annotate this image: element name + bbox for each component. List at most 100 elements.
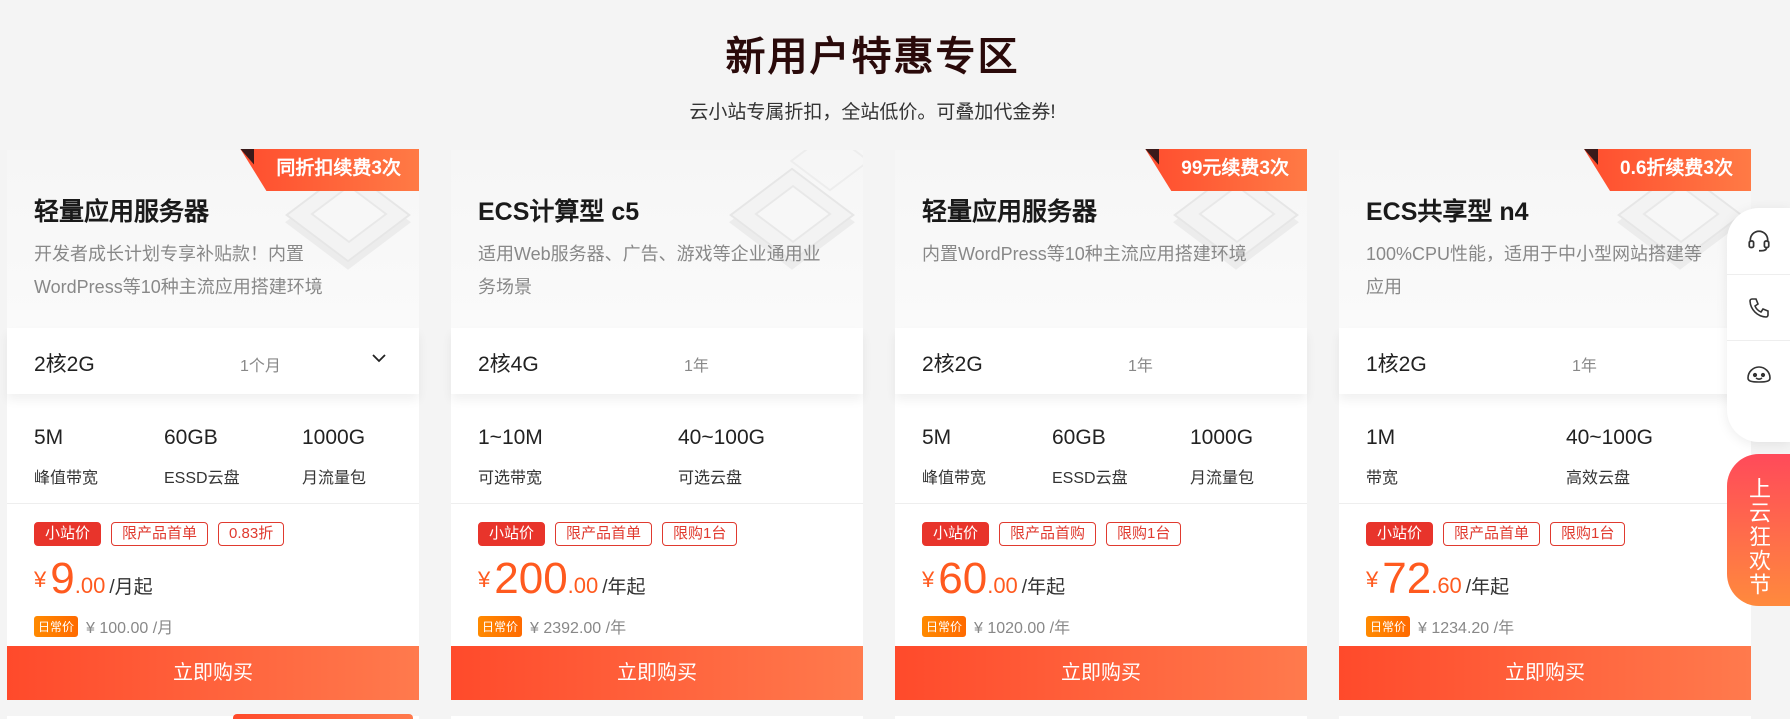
config-value: 2核4G — [478, 353, 539, 376]
promo-tag: 限购1台 — [1550, 522, 1626, 546]
renewal-badge: 同折扣续费3次 — [240, 149, 419, 191]
regular-price-tag: 日常价 — [922, 615, 967, 637]
product-description: 适用Web服务器、广告、游戏等企业通用业务场景 — [478, 244, 821, 297]
regular-price-tag: 日常价 — [34, 615, 79, 637]
promo-tag: 限产品首购 — [999, 522, 1097, 546]
page-subtitle: 云小站专属折扣，全站低价。可叠加代金券! — [689, 102, 1056, 123]
product-name: ECS共享型 n4 — [1366, 198, 1529, 226]
config-value: 2核2G — [922, 353, 983, 376]
site-price-tag: 小站价 — [478, 522, 546, 546]
site-price-tag: 小站价 — [922, 522, 990, 546]
spec-label: ESSD云盘 — [164, 470, 240, 487]
product-name: ECS计算型 c5 — [478, 198, 640, 226]
spec-label: 可选带宽 — [478, 470, 543, 487]
price-integer: 200 — [494, 554, 568, 603]
spec-list: 5M 峰值带宽 60GB ESSD云盘 1000G 月流量包 — [895, 394, 1307, 504]
buy-now-button[interactable]: 立即购买 — [1339, 646, 1751, 700]
spec-value: 1~10M — [478, 426, 543, 449]
regular-price-value: ¥ 1020.00 /年 — [974, 620, 1071, 637]
duration-value: 1年 — [684, 358, 709, 375]
price-decimal: .00 — [567, 573, 599, 598]
price-unit: /年起 — [602, 577, 646, 598]
card-header: ECS计算型 c5 适用Web服务器、广告、游戏等企业通用业务场景 — [451, 150, 863, 328]
product-description: 开发者成长计划专享补贴款！内置WordPress等10种主流应用搭建环境 — [34, 244, 323, 297]
price-unit: /年起 — [1021, 577, 1066, 598]
currency-symbol: ¥ — [1366, 567, 1379, 592]
config-value: 1核2G — [1366, 353, 1427, 376]
spec-label: 带宽 — [1366, 470, 1399, 487]
buy-now-button[interactable]: 立即购买 — [7, 646, 419, 700]
promo-tag: 限产品首单 — [555, 522, 653, 546]
duration-value: 1个月 — [240, 358, 281, 375]
spec-label: 高效云盘 — [1566, 470, 1631, 487]
spec-label: 可选云盘 — [678, 470, 743, 487]
price: ¥72.60/年起 — [1366, 554, 1509, 604]
buy-now-button[interactable]: 立即购买 — [451, 646, 863, 700]
chevron-down-icon[interactable] — [371, 350, 387, 366]
tag-list: 小站价 限产品首单 0.83折 — [34, 522, 285, 546]
price-integer: 9 — [50, 554, 75, 603]
price: ¥9.00/月起 — [34, 554, 153, 604]
duration-value: 1年 — [1572, 358, 1597, 375]
renewal-badge: 0.6折续费3次 — [1584, 149, 1751, 191]
product-card: 轻量应用服务器 开发者成长计划专享补贴款！内置WordPress等10种主流应用… — [7, 149, 419, 700]
float-toolbar — [1727, 208, 1790, 442]
promo-tag: 限产品首单 — [1443, 522, 1541, 546]
site-price-tag: 小站价 — [1366, 522, 1434, 546]
buy-now-button[interactable]: 立即购买 — [895, 646, 1307, 700]
duration-value: 1年 — [1128, 358, 1153, 375]
currency-symbol: ¥ — [922, 567, 935, 592]
product-name: 轻量应用服务器 — [34, 198, 210, 226]
regular-price-value: ¥ 2392.00 /年 — [530, 620, 627, 637]
robot-icon — [1746, 365, 1771, 383]
regular-price: 日常价 ¥ 1234.20 /年 — [1366, 614, 1514, 638]
spec-value: 1000G — [1190, 426, 1254, 449]
tag-list: 小站价 限产品首单 限购1台 — [478, 522, 738, 546]
regular-price-tag: 日常价 — [478, 615, 523, 637]
regular-price-tag: 日常价 — [1366, 615, 1411, 637]
assistant-button[interactable] — [1727, 340, 1790, 406]
price-decimal: .00 — [987, 573, 1018, 598]
spec-label: 峰值带宽 — [922, 470, 987, 487]
price-integer: 60 — [938, 554, 988, 603]
config-selector[interactable]: 2核2G 1年 — [895, 328, 1307, 394]
site-price-tag: 小站价 — [34, 522, 102, 546]
config-value: 2核2G — [34, 353, 95, 376]
page-title: 新用户特惠专区 — [725, 35, 1020, 79]
spec-value: 5M — [922, 426, 952, 449]
price-decimal: .00 — [74, 573, 106, 598]
regular-price: 日常价 ¥ 100.00 /月 — [34, 614, 173, 638]
spec-label: 月流量包 — [1190, 470, 1255, 487]
spec-value: 1M — [1366, 426, 1396, 449]
config-selector[interactable]: 1核2G 1年 — [1339, 328, 1751, 394]
price: ¥200.00/年起 — [478, 554, 646, 604]
regular-price-value: ¥ 1234.20 /年 — [1418, 620, 1515, 637]
headset-icon — [1747, 230, 1770, 252]
phone-button[interactable] — [1727, 274, 1790, 340]
config-selector[interactable]: 2核2G 1个月 — [7, 328, 419, 394]
spec-value: 60GB — [164, 426, 218, 449]
spec-label: 月流量包 — [302, 470, 367, 487]
renewal-badge: 99元续费3次 — [1145, 149, 1307, 191]
customer-service-button[interactable] — [1727, 208, 1790, 274]
next-card-badge-peek — [233, 714, 413, 719]
config-selector[interactable]: 2核4G 1年 — [451, 328, 863, 394]
spec-list: 1M 带宽 40~100G 高效云盘 — [1339, 394, 1751, 504]
promo-tag: 限产品首单 — [111, 522, 209, 546]
spec-list: 1~10M 可选带宽 40~100G 可选云盘 — [451, 394, 863, 504]
spec-label: ESSD云盘 — [1052, 470, 1128, 487]
currency-symbol: ¥ — [478, 567, 491, 592]
spec-value: 1000G — [302, 426, 366, 449]
spec-list: 5M 峰值带宽 60GB ESSD云盘 1000G 月流量包 — [7, 394, 419, 504]
regular-price: 日常价 ¥ 1020.00 /年 — [922, 614, 1070, 638]
product-description: 内置WordPress等10种主流应用搭建环境 — [922, 244, 1247, 264]
price-unit: /年起 — [1465, 577, 1510, 598]
promo-festival-button[interactable]: 上云狂欢节 — [1727, 454, 1790, 606]
product-card: 轻量应用服务器 内置WordPress等10种主流应用搭建环境 99元续费3次 … — [895, 149, 1307, 700]
regular-price: 日常价 ¥ 2392.00 /年 — [478, 614, 626, 638]
promo-tag: 限购1台 — [662, 522, 738, 546]
price-unit: /月起 — [109, 577, 153, 598]
product-card: ECS共享型 n4 100%CPU性能，适用于中小型网站搭建等应用 0.6折续费… — [1339, 149, 1751, 700]
spec-value: 60GB — [1052, 426, 1106, 449]
product-description: 100%CPU性能，适用于中小型网站搭建等应用 — [1366, 244, 1703, 297]
